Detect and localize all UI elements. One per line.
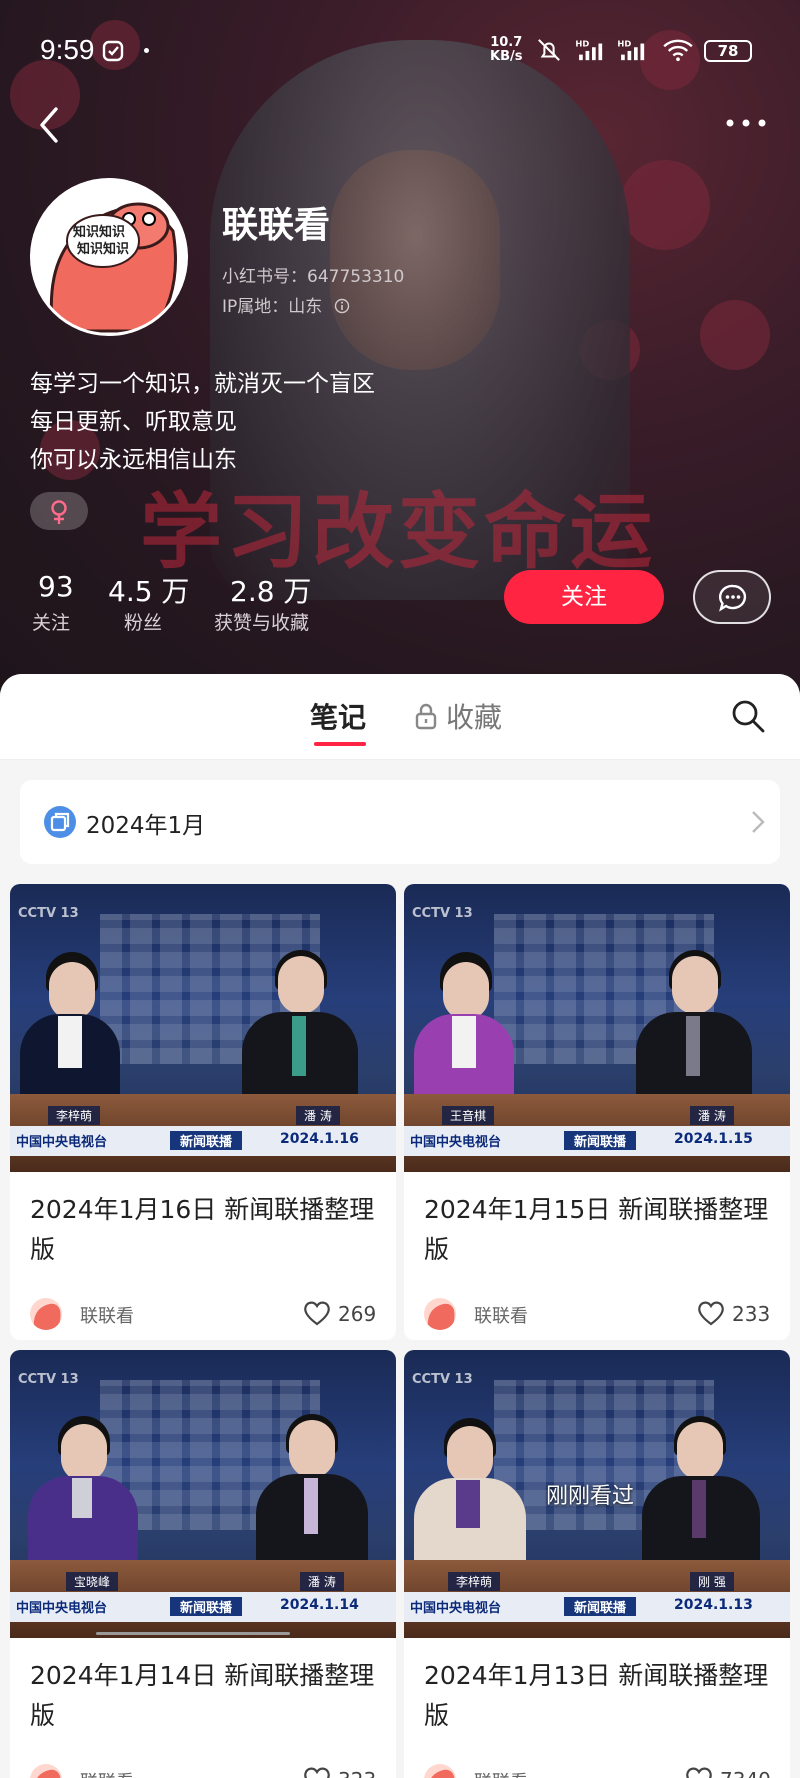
note-card[interactable]: CCTV 13 李梓萌 潘 涛 中国中央电视台 新闻联播 2024.1.16 202… [10,884,396,1340]
profile-avatar[interactable]: 知识知识 知识知识 [30,178,188,336]
heart-icon [698,1301,724,1326]
author-avatar [424,1298,456,1330]
author-avatar [30,1764,62,1778]
mute-icon [538,39,560,61]
following-label: 关注 [32,612,71,634]
battery-indicator: 78 [704,40,752,62]
note-thumbnail: CCTV 13 王音棋 潘 涛 中国中央电视台 新闻联播 2024.1.15 [404,884,790,1172]
likes-collects-label: 获赞与收藏 [214,612,310,634]
author-avatar [30,1298,62,1330]
note-card[interactable]: CCTV 13 王音棋 潘 涛 中国中央电视台 新闻联播 2024.1.15 202… [404,884,790,1340]
tab-favorites[interactable]: 收藏 [414,696,502,736]
status-time: 9:59 [40,34,95,65]
followers-count[interactable]: 4.5 万 [108,570,189,610]
back-arrow-icon[interactable] [30,105,70,145]
recently-viewed-overlay: 刚刚看过 [546,1484,635,1509]
like-button[interactable]: 7340 [684,1764,771,1778]
author-name: 联联看 [474,1306,528,1327]
more-options-icon[interactable] [724,108,768,138]
album-collection[interactable]: 2024年1月 [20,780,780,864]
svg-text:知识知识: 知识知识 [73,224,125,240]
likes-collects-count[interactable]: 2.8 万 [230,570,311,610]
bio-line-1: 每学习一个知识，就消灭一个盲区 [30,371,375,397]
note-thumbnail: CCTV 13 宝晓峰 潘 涛 中国中央电视台 新闻联播 2024.1.14 [10,1350,396,1638]
svg-text:知识知识: 知识知识 [77,241,129,257]
note-card[interactable]: CCTV 13 李梓萌 刚 强 中国中央电视台 新闻联播 2024.1.13 刚刚看… [404,1350,790,1778]
signal-icon-2: HD [617,38,645,61]
background-watermark-text: 学习改变命运 [140,485,657,580]
note-thumbnail: CCTV 13 李梓萌 潘 涛 中国中央电视台 新闻联播 2024.1.16 [10,884,396,1172]
search-icon[interactable] [730,698,766,734]
gender-badge [30,492,88,530]
heart-icon [304,1301,330,1326]
like-button[interactable]: 323 [302,1764,376,1778]
wifi-icon [663,39,693,62]
album-icon [44,806,76,838]
note-card[interactable]: CCTV 13 宝晓峰 潘 涛 中国中央电视台 新闻联播 2024.1.14 202… [10,1350,396,1778]
like-button[interactable]: 233 [696,1298,770,1330]
bio-line-3: 你可以永远相信山东 [30,447,237,473]
author-name: 联联看 [474,1768,528,1778]
author-name: 联联看 [80,1768,134,1778]
scroll-indicator [96,1632,290,1635]
followers-label: 粉丝 [124,612,163,634]
like-count: 233 [732,1302,771,1326]
chevron-right-icon [752,811,765,833]
chat-bubble-icon [718,584,747,612]
like-button[interactable]: 269 [302,1298,376,1330]
active-tab-indicator [314,742,366,746]
note-title: 2024年1月16日 新闻联播整理版 [30,1195,375,1264]
note-thumbnail: CCTV 13 李梓萌 刚 强 中国中央电视台 新闻联播 2024.1.13 刚刚看… [404,1350,790,1638]
status-dot [144,48,149,53]
like-count: 269 [338,1302,377,1326]
xhs-id[interactable]: 小红书号：647753310 [222,262,404,287]
author-avatar [424,1764,456,1778]
tab-notes[interactable]: 笔记 [310,696,366,736]
network-speed: 10.7 KB/s [490,35,523,64]
bio-line-2: 每日更新、听取意见 [30,409,237,435]
note-title: 2024年1月13日 新闻联播整理版 [424,1661,769,1730]
heart-icon [686,1767,712,1778]
ip-location-text: IP属地：山东 [222,297,323,317]
note-title: 2024年1月14日 新闻联播整理版 [30,1661,375,1730]
status-bar: 9:59 10.7 KB/s HD HD 78 [0,0,800,100]
following-count[interactable]: 93 [38,570,74,603]
info-icon[interactable] [334,298,350,314]
heart-icon [304,1767,330,1778]
content-tabs: 笔记 收藏 [0,674,800,760]
album-label: 2024年1月 [86,813,206,839]
note-title: 2024年1月15日 新闻联播整理版 [424,1195,769,1264]
svg-text:HD: HD [617,38,631,48]
like-count: 7340 [720,1768,771,1778]
svg-text:HD: HD [575,38,589,48]
like-count: 323 [338,1768,376,1778]
message-button[interactable] [693,570,771,624]
profile-username: 联联看 [222,205,331,246]
follow-button[interactable]: 关注 [504,570,664,624]
lock-icon [415,703,437,730]
ip-location: IP属地：山东 [222,292,350,317]
app-notification-icon [102,40,124,62]
female-icon [51,500,67,524]
content-panel: 笔记 收藏 2024年1月 CCTV 13 李梓萌 潘 涛 中国中央电视台 新闻联… [0,674,800,1778]
signal-icon-1: HD [575,38,603,61]
author-name: 联联看 [80,1306,134,1327]
